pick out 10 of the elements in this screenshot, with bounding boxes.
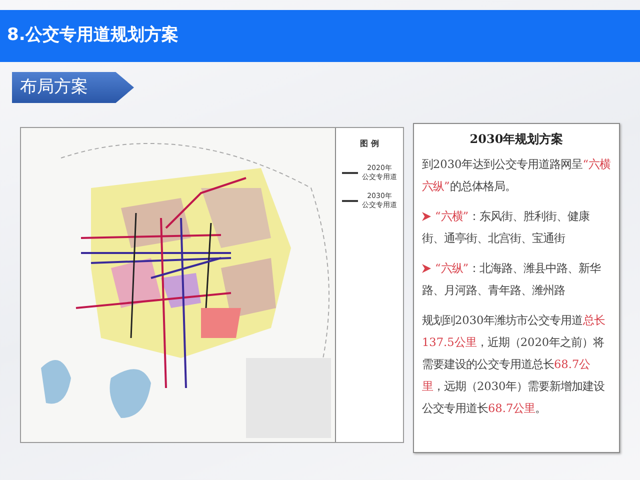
panel-title: 2030年规划方案: [468, 131, 564, 148]
paragraph: 到2030年达到公交专用道路网呈“六横六纵”的总体格局。: [422, 157, 611, 195]
arrow-bullet-icon: [422, 212, 431, 221]
bullet-item: “六横”：东风街、胜利街、健康街、通亭街、北宫街、宝通街: [422, 209, 591, 247]
paragraph: 规划到2030年潍坊市公交专用道总长137.5公里，近期（2020年之前）将需要建设的公交专用道总长68.7公里，远期（2030年）需要新增加建设公交专用道长68.7公里。: [422, 313, 606, 417]
legend-title: 图 例: [360, 138, 379, 150]
arrow-bullet-icon: [422, 264, 431, 273]
section-tag: 布局方案: [12, 72, 134, 103]
bullet-item: “六纵”：北海路、潍县中路、新华路、月河路、青年路、潍州路: [422, 261, 602, 299]
page-title: 8.公交专用道规划方案: [0, 10, 640, 62]
